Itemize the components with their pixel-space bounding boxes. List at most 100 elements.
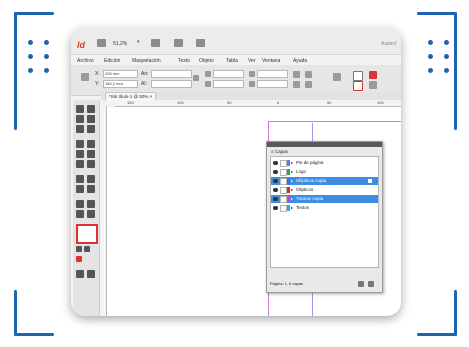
hand-tool-icon[interactable] [76, 210, 84, 218]
menu-objeto[interactable]: Objeto [199, 58, 214, 64]
fill-stroke-swatch-icon[interactable] [76, 224, 98, 244]
menu-ver[interactable]: Ver [248, 58, 256, 64]
zoom-level[interactable]: 51,2% [113, 41, 127, 47]
flip-horizontal-icon[interactable] [305, 71, 312, 78]
free-transform-tool-icon[interactable] [87, 175, 95, 183]
pencil-tool-icon[interactable] [87, 150, 95, 158]
height-field[interactable] [151, 80, 192, 88]
menu-texto[interactable]: Texto [178, 58, 190, 64]
lock-toggle[interactable] [280, 169, 287, 176]
type-tool-icon[interactable] [76, 140, 84, 148]
content-placer-icon[interactable] [87, 125, 95, 133]
eye-icon[interactable] [273, 188, 278, 192]
select-container-icon[interactable] [293, 81, 300, 88]
eyedropper-tool-icon[interactable] [87, 200, 95, 208]
layer-row[interactable]: ▸ Ullipticos copia [271, 177, 378, 185]
direct-selection-tool-icon[interactable] [87, 105, 95, 113]
zoom-tool-icon[interactable] [87, 210, 95, 218]
width-field[interactable] [151, 70, 192, 78]
scale-x-field[interactable] [213, 70, 244, 78]
rectangle-tool-icon[interactable] [87, 160, 95, 168]
expand-triangle-icon[interactable]: ▸ [291, 159, 293, 167]
content-collector-icon[interactable] [76, 125, 84, 133]
menu-edicion[interactable]: Edición [104, 58, 120, 64]
rotate-icon[interactable] [249, 71, 255, 77]
lock-toggle[interactable] [280, 178, 287, 185]
panel-drag-bar[interactable] [267, 142, 382, 147]
lock-toggle[interactable] [280, 187, 287, 194]
flip-vertical-icon[interactable] [305, 81, 312, 88]
layers-panel: ≡ Capas ▸ Pie de página ▸ Logo ▸ Ullipti… [266, 141, 383, 293]
note-tool-icon[interactable] [76, 200, 84, 208]
layers-panel-title[interactable]: ≡ Capas [271, 149, 288, 154]
eye-icon[interactable] [273, 179, 278, 183]
expand-triangle-icon[interactable]: ▸ [291, 168, 293, 176]
layer-color-swatch [287, 187, 290, 193]
eye-icon[interactable] [273, 206, 278, 210]
menu-maquetacion[interactable]: Maquetación [132, 58, 161, 64]
apply-none-icon[interactable] [76, 256, 82, 262]
fill-color-icon[interactable] [369, 71, 377, 79]
rotate-90-icon[interactable] [293, 71, 300, 78]
scale-x-icon[interactable] [205, 71, 211, 77]
menu-tabla[interactable]: Tabla [226, 58, 238, 64]
rectangle-frame-tool-icon[interactable] [76, 160, 84, 168]
shear-icon[interactable] [249, 81, 255, 87]
stroke-weight-icon[interactable] [369, 81, 377, 89]
swap-colors-icon[interactable] [76, 246, 82, 252]
eye-icon[interactable] [273, 161, 278, 165]
menu-ventana[interactable]: Ventana [262, 58, 280, 64]
layer-row[interactable]: ▸ Textos [271, 204, 378, 212]
shear-field[interactable] [257, 80, 288, 88]
line-tool-icon[interactable] [87, 140, 95, 148]
lock-toggle[interactable] [280, 196, 287, 203]
x-field[interactable]: 200 mm [103, 70, 138, 78]
horizontal-ruler[interactable]: 150 100 50 0 50 100 [115, 100, 401, 107]
layer-row[interactable]: ▸ Tramas copia [271, 195, 378, 203]
tools-panel [73, 100, 100, 316]
layer-name: Tramas copia [296, 196, 324, 201]
gap-tool-icon[interactable] [87, 115, 95, 123]
scissors-tool-icon[interactable] [76, 175, 84, 183]
selection-tool-icon[interactable] [76, 105, 84, 113]
arrange-documents-icon[interactable] [196, 39, 205, 47]
scale-y-icon[interactable] [205, 81, 211, 87]
layer-row[interactable]: ▸ Olipticos [271, 186, 378, 194]
trash-icon[interactable] [368, 281, 374, 287]
expand-triangle-icon[interactable]: ▸ [291, 204, 293, 212]
constrain-proportions-icon[interactable] [193, 75, 199, 81]
view-options-icon[interactable] [151, 39, 160, 47]
frame-bottom-right-v [454, 290, 457, 336]
layer-row[interactable]: ▸ Logo [271, 168, 378, 176]
view-mode-icon[interactable] [76, 270, 84, 278]
new-layer-icon[interactable] [358, 281, 364, 287]
page-tool-icon[interactable] [76, 115, 84, 123]
scale-y-field[interactable] [213, 80, 244, 88]
text-wrap-icon[interactable] [333, 73, 341, 81]
rotate-field[interactable] [257, 70, 288, 78]
eye-icon[interactable] [273, 197, 278, 201]
screen-mode-icon[interactable] [174, 39, 183, 47]
gradient-feather-tool-icon[interactable] [87, 185, 95, 193]
gradient-swatch-tool-icon[interactable] [76, 185, 84, 193]
ruler-label: 50 [327, 100, 332, 105]
bridge-icon[interactable] [97, 39, 106, 47]
menu-ayuda[interactable]: Ayuda [293, 58, 307, 64]
eye-icon[interactable] [273, 170, 278, 174]
lock-toggle[interactable] [280, 160, 287, 167]
stroke-swatch-icon[interactable] [353, 81, 363, 91]
pen-tool-icon[interactable] [76, 150, 84, 158]
fill-swatch-icon[interactable] [353, 71, 363, 81]
layer-row[interactable]: ▸ Pie de página [271, 159, 378, 167]
lock-toggle[interactable] [280, 205, 287, 212]
y-field[interactable]: 184,2 mm [103, 80, 138, 88]
expand-triangle-icon[interactable]: ▸ [291, 177, 293, 185]
preview-mode-icon[interactable] [87, 270, 95, 278]
width-label: An: [141, 71, 149, 77]
frame-bottom-right-h [417, 333, 457, 336]
default-colors-icon[interactable] [84, 246, 90, 252]
reference-point-icon[interactable] [81, 73, 89, 81]
expand-triangle-icon[interactable]: ▸ [291, 195, 293, 203]
menu-archivo[interactable]: Archivo [77, 58, 94, 64]
expand-triangle-icon[interactable]: ▸ [291, 186, 293, 194]
